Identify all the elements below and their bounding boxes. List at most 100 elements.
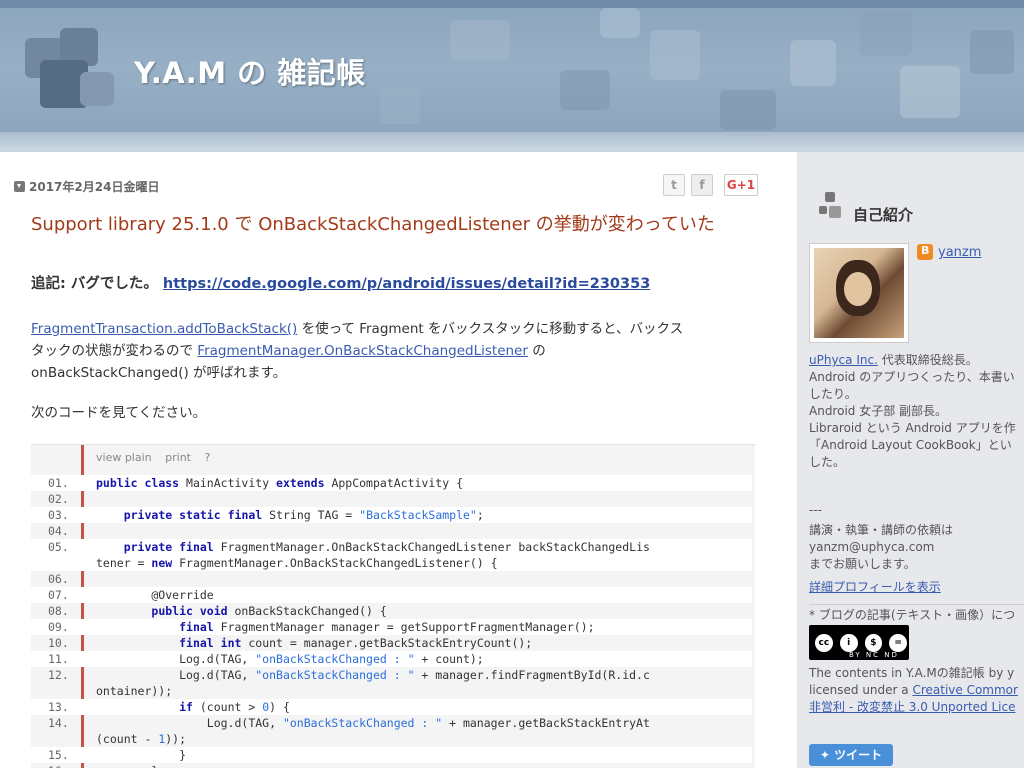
note-prefix: 追記: バグでした。 bbox=[31, 276, 158, 292]
code-line: 16. } bbox=[31, 763, 755, 768]
twitter-icon: t bbox=[671, 178, 677, 192]
line-number: 06. bbox=[48, 572, 69, 586]
header-decor bbox=[720, 90, 776, 130]
code-line: 02. bbox=[31, 491, 755, 507]
code-text: Log.d(TAG, "onBackStackChanged : " + man… bbox=[96, 716, 650, 746]
profile-line: uPhyca Inc. 代表取締役総長。 bbox=[809, 352, 978, 369]
tweet-button[interactable]: ✦ ツイート bbox=[809, 744, 893, 766]
blog-header: Y.A.M の 雑記帳 bbox=[0, 0, 1024, 152]
sidebar: 自己紹介 yanzm uPhyca Inc. 代表取締役総長。 Android … bbox=[797, 152, 1024, 768]
cc-icon: cc bbox=[813, 631, 835, 654]
code-line: 07. @Override bbox=[31, 587, 755, 603]
profile-photo bbox=[814, 248, 904, 338]
header-decor bbox=[650, 30, 700, 80]
p1-text: タックの状態が変わるので bbox=[31, 343, 198, 359]
cc-label: BY NC ND bbox=[849, 651, 899, 659]
p1-text: onBackStackChanged() が呼ばれます。 bbox=[31, 365, 287, 381]
share-twitter-button[interactable]: t bbox=[663, 174, 685, 196]
profile-line: Libraroid という Android アプリを作 bbox=[809, 421, 1016, 435]
author-link[interactable]: yanzm bbox=[938, 245, 981, 260]
company-link[interactable]: uPhyca Inc. bbox=[809, 353, 878, 367]
share-gplus-button[interactable]: G+1 bbox=[724, 174, 758, 196]
code-line: 09. final FragmentManager manager = getS… bbox=[31, 619, 755, 635]
listener-link[interactable]: FragmentManager.OnBackStackChangedListen… bbox=[197, 343, 528, 359]
code-text: if (count > 0) { bbox=[81, 699, 752, 715]
license-line: 非営利 - 改変禁止 3.0 Unported Lice bbox=[809, 699, 1015, 716]
p1-text: の bbox=[527, 343, 546, 359]
code-line: 08. public void onBackStackChanged() { bbox=[31, 603, 755, 619]
code-text: public class MainActivity extends AppCom… bbox=[81, 475, 752, 491]
paragraph-1: FragmentTransaction.addToBackStack() を使っ… bbox=[31, 318, 761, 384]
license-text: licensed under a bbox=[809, 683, 913, 697]
profile-section-icon bbox=[819, 192, 843, 226]
addtobackstack-link[interactable]: FragmentTransaction.addToBackStack() bbox=[31, 321, 297, 337]
profile-heading: 自己紹介 bbox=[853, 206, 914, 224]
license-note: * ブログの記事(テキスト・画像）につ bbox=[809, 608, 1016, 622]
post-title[interactable]: Support library 25.1.0 で OnBackStackChan… bbox=[31, 210, 715, 236]
profile-line: Android 女子部 副部長。 bbox=[809, 404, 948, 418]
share-facebook-button[interactable]: f bbox=[691, 174, 713, 196]
line-number: 04. bbox=[48, 524, 69, 538]
code-line: 10. final int count = manager.getBackSta… bbox=[31, 635, 755, 651]
profile-line: した。 bbox=[809, 455, 846, 469]
detail-profile-link[interactable]: 詳細プロフィールを表示 bbox=[809, 580, 941, 594]
line-number: 09. bbox=[31, 619, 81, 635]
blog-title[interactable]: Y.A.M の 雑記帳 bbox=[134, 50, 366, 92]
request-line: 講演・執筆・講師の依頼は bbox=[809, 523, 954, 537]
post-area: 2017年2月24日金曜日 t f G+1 Support library 25… bbox=[0, 152, 797, 768]
cc-link[interactable]: Creative Commor bbox=[912, 683, 1018, 697]
post-date: 2017年2月24日金曜日 bbox=[29, 180, 160, 194]
profile-line: Android のアプリつくったり、本書い bbox=[809, 370, 1015, 384]
line-number: 05. bbox=[31, 539, 81, 571]
p1-text: を使って Fragment をバックスタックに移動すると、バックス bbox=[297, 321, 684, 337]
code-line: 05. private final FragmentManager.OnBack… bbox=[31, 539, 755, 571]
facebook-icon: f bbox=[699, 178, 705, 192]
twitter-bird-icon: ✦ bbox=[819, 748, 835, 762]
header-bottom-strip bbox=[0, 132, 1024, 150]
header-decor bbox=[970, 30, 1014, 74]
print-link[interactable]: print bbox=[165, 451, 191, 464]
code-line: 01. public class MainActivity extends App… bbox=[31, 475, 755, 491]
code-block: view plain print ? 01. public class MainA… bbox=[31, 444, 755, 768]
code-line: 06. bbox=[31, 571, 755, 587]
header-decor bbox=[450, 20, 510, 60]
line-number: 11. bbox=[31, 651, 81, 667]
request-line: までお願いします。 bbox=[809, 557, 916, 571]
issue-link[interactable]: https://code.google.com/p/android/issues… bbox=[163, 276, 650, 292]
code-line: 15. } bbox=[31, 747, 755, 763]
request-email: yanzm@uphyca.com bbox=[809, 540, 935, 554]
code-lines: 01. public class MainActivity extends App… bbox=[31, 475, 755, 768]
code-text: final FragmentManager manager = getSuppo… bbox=[81, 619, 752, 635]
line-number: 12. bbox=[48, 668, 69, 682]
collapse-icon[interactable] bbox=[14, 181, 25, 192]
code-text: public void onBackStackChanged() { bbox=[151, 604, 387, 618]
line-number: 03. bbox=[31, 507, 81, 523]
cc-link-2[interactable]: 非営利 - 改変禁止 3.0 Unported Lice bbox=[809, 700, 1015, 714]
license-line: licensed under a Creative Commor bbox=[809, 682, 1018, 699]
code-line: 13. if (count > 0) { bbox=[31, 699, 755, 715]
header-decor bbox=[860, 12, 912, 56]
code-text: Log.d(TAG, "onBackStackChanged : " + man… bbox=[96, 668, 650, 698]
view-plain-link[interactable]: view plain bbox=[96, 451, 152, 464]
line-number: 16. bbox=[31, 763, 81, 768]
code-line: 11. Log.d(TAG, "onBackStackChanged : " +… bbox=[31, 651, 755, 667]
post-date-row: 2017年2月24日金曜日 bbox=[14, 178, 159, 195]
code-line: 14. Log.d(TAG, "onBackStackChanged : " +… bbox=[31, 715, 755, 747]
line-number: 14. bbox=[48, 716, 69, 730]
code-text: private static final String TAG = "BackS… bbox=[81, 507, 752, 523]
code-text: } bbox=[81, 747, 752, 763]
help-link[interactable]: ? bbox=[205, 451, 211, 464]
blogger-icon bbox=[917, 244, 933, 260]
profile-line: したり。 bbox=[809, 387, 857, 401]
avatar[interactable] bbox=[809, 243, 909, 343]
header-decor bbox=[600, 8, 640, 38]
header-decor bbox=[560, 70, 610, 110]
line-number: 15. bbox=[31, 747, 81, 763]
header-top-bar bbox=[0, 0, 1024, 8]
header-decor bbox=[80, 72, 114, 106]
cc-license-badge[interactable]: cc i $ = BY NC ND bbox=[809, 625, 909, 660]
profile-line: 「Android Layout CookBook」とい bbox=[809, 438, 1012, 452]
